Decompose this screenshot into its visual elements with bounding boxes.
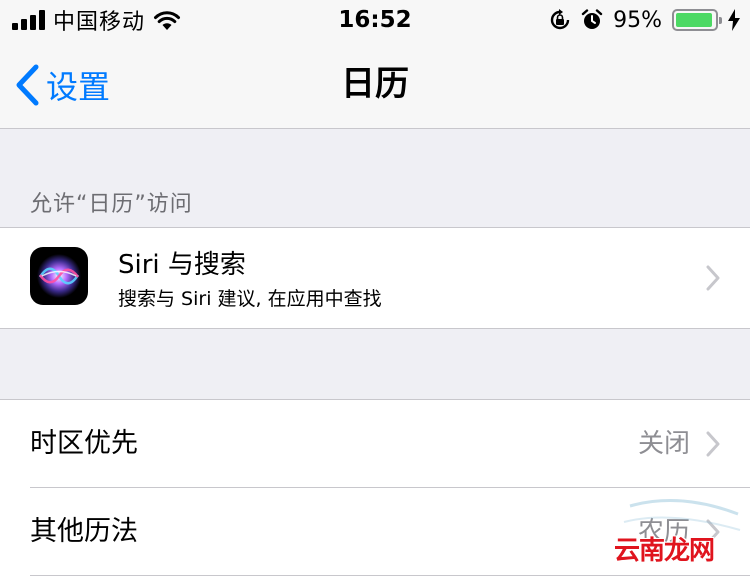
timezone-override-label: 时区优先 bbox=[30, 428, 138, 459]
access-group: Siri 与搜索 搜索与 Siri 建议, 在应用中查找 bbox=[0, 227, 750, 329]
chevron-right-icon bbox=[706, 431, 720, 457]
siri-icon bbox=[30, 247, 88, 305]
page-title: 日历 bbox=[341, 64, 409, 104]
status-bar-right: 95% bbox=[549, 6, 740, 34]
navigation-bar: 设置 日历 bbox=[0, 40, 750, 129]
orientation-lock-icon bbox=[550, 9, 570, 30]
timezone-override-cell[interactable]: 时区优先 关闭 bbox=[0, 400, 750, 488]
alarm-icon bbox=[581, 9, 603, 29]
chevron-right-icon bbox=[706, 265, 720, 291]
alternate-calendars-label: 其他历法 bbox=[30, 516, 138, 547]
section-header-allow-access: 允许“日历”访问 bbox=[30, 192, 193, 217]
siri-search-title: Siri 与搜索 bbox=[118, 250, 246, 280]
charging-bolt-icon bbox=[728, 9, 740, 31]
chevron-left-icon bbox=[16, 64, 39, 105]
back-button[interactable]: 设置 bbox=[14, 40, 110, 129]
back-button-label: 设置 bbox=[46, 67, 111, 106]
siri-search-cell[interactable]: Siri 与搜索 搜索与 Siri 建议, 在应用中查找 bbox=[0, 228, 750, 328]
timezone-override-value: 关闭 bbox=[637, 429, 690, 459]
battery-percentage: 95% bbox=[613, 7, 662, 33]
status-bar: 中国移动 16:52 95% bbox=[0, 0, 750, 40]
battery-level-fill bbox=[676, 13, 713, 27]
watermark-text: 云南龙网 bbox=[614, 536, 715, 566]
siri-search-subtitle: 搜索与 Siri 建议, 在应用中查找 bbox=[118, 288, 382, 310]
battery-icon bbox=[672, 9, 722, 31]
